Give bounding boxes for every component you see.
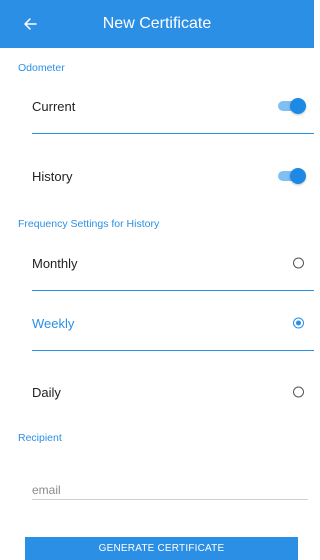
section-label-recipient: Recipient (18, 432, 62, 444)
odometer-history-label: History (32, 168, 73, 184)
frequency-option-label: Monthly (32, 255, 78, 271)
odometer-history-toggle[interactable] (278, 168, 306, 184)
email-field[interactable] (32, 481, 308, 500)
app-bar: New Certificate (0, 0, 314, 48)
section-label-frequency: Frequency Settings for History (18, 218, 160, 230)
radio-button-monthly[interactable] (293, 257, 304, 269)
odometer-current-row[interactable]: Current (32, 79, 314, 134)
frequency-option-label: Daily (32, 384, 61, 400)
odometer-current-label: Current (32, 98, 76, 114)
toggle-knob (290, 98, 306, 114)
frequency-option-weekly[interactable]: Weekly (32, 296, 314, 351)
section-label-odometer: Odometer (18, 62, 65, 74)
page-title: New Certificate (102, 15, 212, 32)
odometer-history-row[interactable]: History (32, 149, 314, 203)
generate-certificate-button[interactable]: GENERATE CERTIFICATE (25, 537, 298, 560)
odometer-current-toggle[interactable] (278, 98, 306, 114)
radio-button-daily[interactable] (293, 386, 304, 398)
toggle-knob (290, 168, 306, 184)
frequency-option-daily[interactable]: Daily (32, 365, 314, 419)
frequency-option-label: Weekly (32, 315, 75, 331)
frequency-option-monthly[interactable]: Monthly (32, 236, 314, 291)
radio-button-weekly[interactable] (293, 317, 304, 329)
